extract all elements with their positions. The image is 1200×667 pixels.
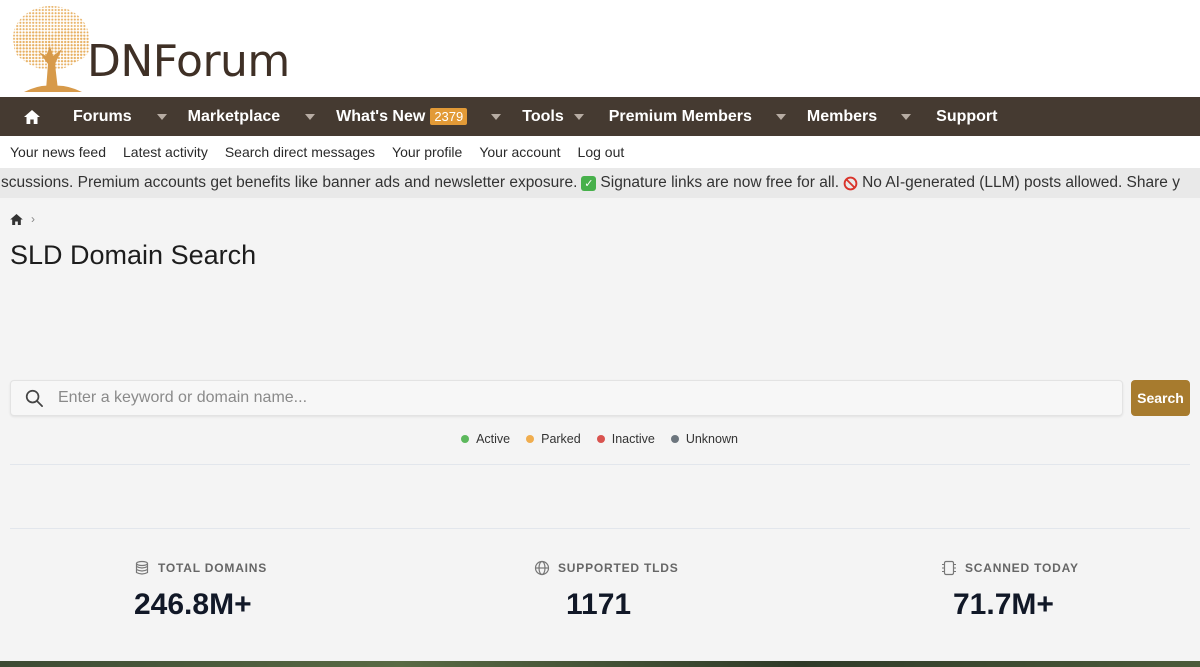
home-icon (24, 109, 40, 124)
legend-label-parked: Parked (541, 432, 581, 446)
stat-total-domains: TOTAL DOMAINS 246.8M+ (134, 560, 434, 622)
nav-forums[interactable]: Forums (73, 97, 132, 136)
nav-members[interactable]: Members (807, 97, 877, 136)
nav-whats-new-label: What's New (336, 107, 426, 125)
status-dot-inactive (596, 435, 605, 443)
subnav-news-feed[interactable]: Your news feed (10, 144, 106, 160)
sub-nav: Your news feed Latest activity Search di… (0, 136, 1200, 168)
legend-label-inactive: Inactive (611, 432, 655, 446)
search-icon (25, 389, 44, 408)
status-dot-unknown (670, 435, 679, 443)
database-icon (135, 560, 149, 575)
subnav-your-account[interactable]: Your account (479, 144, 560, 160)
nav-forums-label: Forums (73, 107, 132, 125)
background-edge (0, 661, 1200, 667)
new-count-badge: 2379 (430, 108, 468, 125)
prohibited-icon (843, 176, 858, 190)
chevron-down-icon[interactable] (901, 113, 912, 120)
legend-unknown: Unknown (670, 432, 738, 446)
divider (10, 464, 1190, 465)
nav-members-label: Members (806, 107, 878, 125)
legend-label-unknown: Unknown (685, 432, 738, 446)
search-button[interactable]: Search (1131, 380, 1190, 416)
chevron-down-icon[interactable] (775, 113, 786, 120)
stat-value: 246.8M+ (134, 588, 252, 621)
search-input[interactable] (58, 381, 1122, 415)
chevron-down-icon[interactable] (573, 113, 584, 120)
stat-supported-tlds: SUPPORTED TLDS 1171 (534, 560, 834, 622)
check-mark-icon: ✓ (581, 175, 597, 191)
legend-inactive: Inactive (596, 432, 655, 446)
chevron-down-icon[interactable] (156, 113, 167, 120)
stat-label: TOTAL DOMAINS (158, 561, 268, 575)
ticker-text-2: Signature links are now free for all. (600, 174, 840, 191)
page-title: SLD Domain Search (10, 240, 257, 270)
nav-premium-members[interactable]: Premium Members (609, 97, 752, 136)
nav-tools[interactable]: Tools (522, 97, 563, 136)
main-nav: Forums Marketplace What's New 2379 Tools… (0, 97, 1200, 136)
subnav-your-profile[interactable]: Your profile (392, 144, 462, 160)
nav-tools-label: Tools (522, 107, 564, 125)
nav-home-button[interactable] (0, 97, 64, 136)
divider (10, 528, 1190, 529)
ticker-text-3: No AI-generated (LLM) posts allowed. Sha… (862, 174, 1180, 191)
nav-support-label: Support (936, 107, 998, 125)
status-dot-parked (526, 435, 535, 443)
nav-marketplace[interactable]: Marketplace (188, 97, 281, 136)
chevron-down-icon[interactable] (305, 113, 316, 120)
tree-logo-icon (13, 6, 90, 92)
nav-premium-members-label: Premium Members (608, 107, 752, 125)
nav-support[interactable]: Support (936, 97, 997, 136)
site-logo[interactable]: DNForum (6, 2, 316, 95)
subnav-latest-activity[interactable]: Latest activity (123, 144, 208, 160)
stat-scanned-today: SCANNED TODAY 71.7M+ (941, 560, 1200, 622)
nav-whats-new[interactable]: What's New 2379 (336, 97, 468, 136)
search-box (10, 380, 1123, 416)
chevron-down-icon[interactable] (491, 113, 502, 120)
site-header: DNForum (0, 0, 1200, 97)
subnav-search-direct-messages[interactable]: Search direct messages (225, 144, 375, 160)
logo-wordmark: DNForum (87, 36, 290, 87)
legend-parked: Parked (526, 432, 581, 446)
stat-value: 1171 (566, 588, 632, 621)
breadcrumb: › (10, 212, 35, 226)
legend-label-active: Active (476, 432, 511, 446)
chevron-right-icon: › (31, 212, 35, 226)
announcement-ticker: scussions. Premium accounts get benefits… (0, 168, 1200, 198)
stat-value: 71.7M+ (953, 588, 1054, 621)
legend-active: Active (461, 432, 510, 446)
chip-icon (942, 560, 956, 576)
home-icon[interactable] (10, 213, 23, 225)
stat-label: SUPPORTED TLDS (558, 561, 679, 575)
ticker-text-1: scussions. Premium accounts get benefits… (1, 174, 578, 191)
subnav-log-out[interactable]: Log out (578, 144, 625, 160)
status-dot-active (461, 435, 470, 443)
nav-marketplace-label: Marketplace (187, 107, 281, 125)
status-legend: Active Parked Inactive Unknown (0, 432, 1200, 446)
globe-icon (534, 560, 550, 576)
stat-label: SCANNED TODAY (965, 561, 1079, 575)
